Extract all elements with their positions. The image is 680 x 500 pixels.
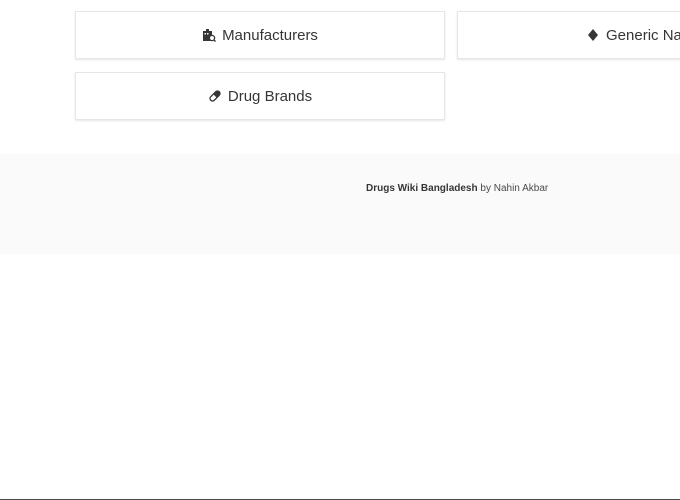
footer-by-text: by [477,183,494,194]
capsule-icon [208,89,222,103]
diamond-icon [586,28,600,42]
page: Manufacturers Generic Names Drug Brands … [0,0,680,500]
building-search-icon [202,28,217,42]
generic-names-label: Generic Names [606,26,680,44]
footer-site-name[interactable]: Drugs Wiki Bangladesh [366,183,478,194]
generic-names-card[interactable]: Generic Names [457,11,680,59]
footer: Drugs Wiki Bangladesh by Nahin Akbar [0,154,680,254]
manufacturers-label: Manufacturers [222,26,318,44]
drug-brands-card[interactable]: Drug Brands [75,72,445,120]
manufacturers-card[interactable]: Manufacturers [75,11,445,59]
footer-author[interactable]: Nahin Akbar [494,183,548,194]
footer-credit: Drugs Wiki Bangladesh by Nahin Akbar [366,183,548,194]
drug-brands-label: Drug Brands [227,87,313,105]
